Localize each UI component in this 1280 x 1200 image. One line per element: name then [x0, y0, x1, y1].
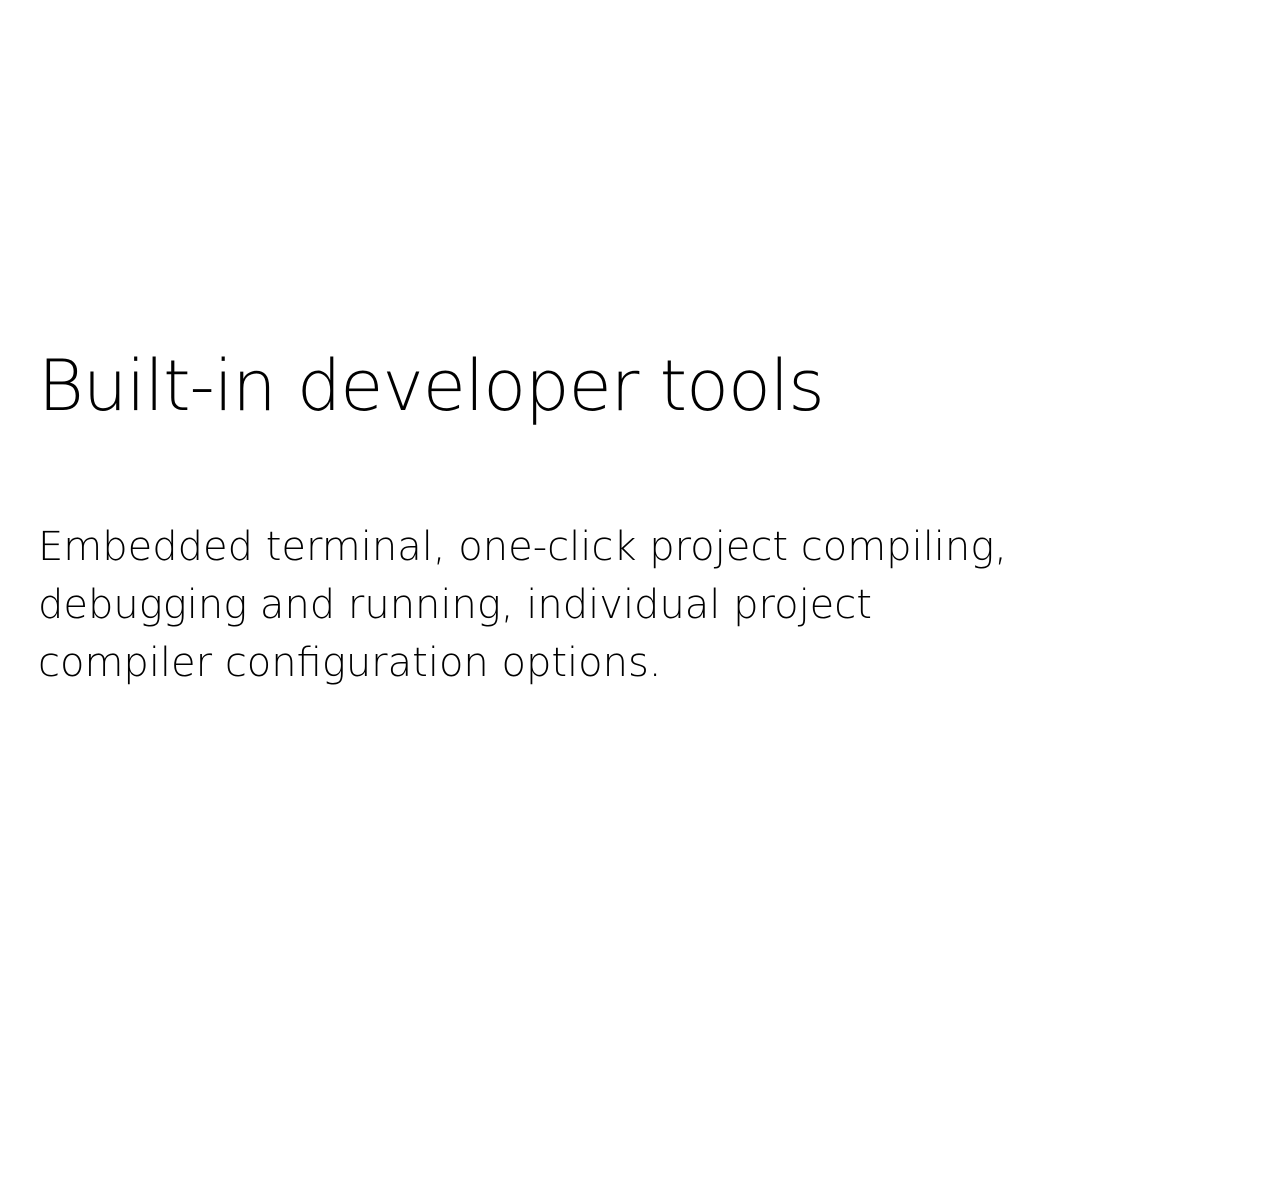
feature-description-line-2: debugging and running, individual projec… — [38, 582, 872, 628]
feature-section: Built-in developer tools Embedded termin… — [38, 340, 1038, 692]
feature-description-line-1: Embedded terminal, one-click project com… — [38, 524, 1007, 570]
feature-description: Embedded terminal, one-click project com… — [38, 518, 1018, 692]
feature-description-line-3: compiler configuration options. — [38, 640, 662, 686]
feature-title: Built-in developer tools — [38, 345, 825, 427]
